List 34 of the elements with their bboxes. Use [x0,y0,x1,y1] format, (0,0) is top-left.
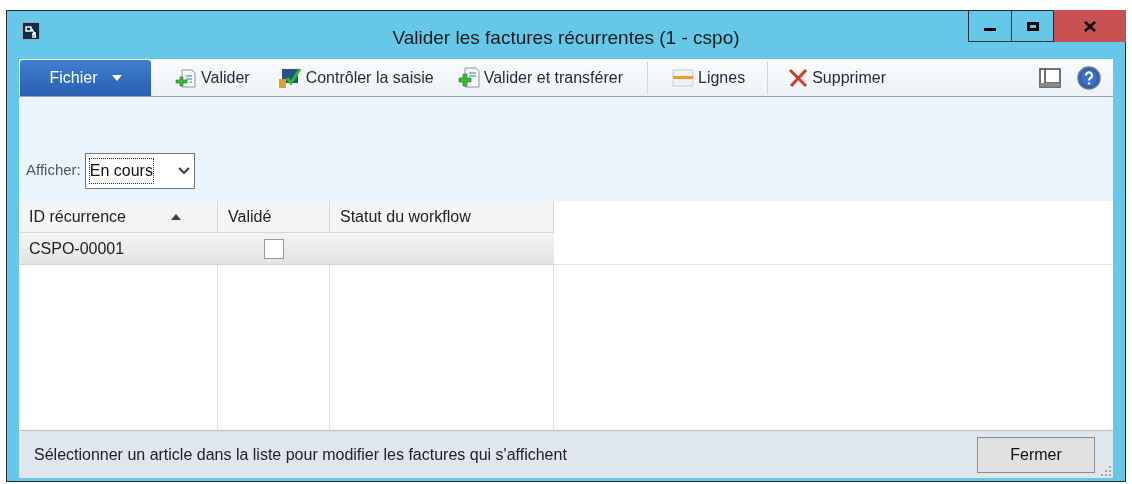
column-header[interactable]: Statut du workflow [330,201,554,233]
toolbar-button[interactable]: Contrôler la saisie [277,62,434,93]
close-button[interactable] [1054,10,1126,42]
resize-grip-icon [1100,465,1112,477]
column-header[interactable]: ID récurrence [19,201,218,233]
maximize-icon [1026,21,1039,31]
file-menu-button[interactable]: Fichier [20,60,151,96]
chevron-down-icon [177,167,190,175]
help-icon[interactable] [1077,65,1101,90]
close-button[interactable]: Fermer [977,436,1095,473]
toolbar-button[interactable]: Valider [175,62,250,93]
checked-screen-icon [277,66,302,89]
lines-icon [672,68,694,87]
status-text: Sélectionner un article dans la liste pour modifier les factures qui s'affichent [34,444,567,465]
minimize-icon [984,27,996,31]
minimize-button[interactable] [968,10,1012,42]
toolbar-button[interactable]: Lignes [672,62,746,93]
table-cell-text: CSPO-00001 [28,238,126,259]
delete-x-icon [788,67,809,88]
toolbar-button[interactable]: Supprimer [788,62,886,93]
filter-label: Afficher: [26,159,81,180]
document-plus-icon [457,66,480,89]
document-plus-icon [175,67,197,88]
toolbar-button[interactable]: Valider et transférer [457,62,623,93]
status-filter-dropdown[interactable]: En cours [84,153,195,189]
caret-icon [111,75,122,81]
table-row[interactable]: CSPO-00001 [19,233,554,265]
app-logo-icon [22,22,40,40]
checkbox[interactable] [264,238,284,259]
panel-layout-icon[interactable] [1039,67,1061,88]
sort-ascending-icon [171,213,181,220]
column-header[interactable]: Validé [218,201,330,233]
window-title: Valider les factures récurrentes (1 - cspo) [392,26,740,50]
close-icon [1084,20,1096,32]
